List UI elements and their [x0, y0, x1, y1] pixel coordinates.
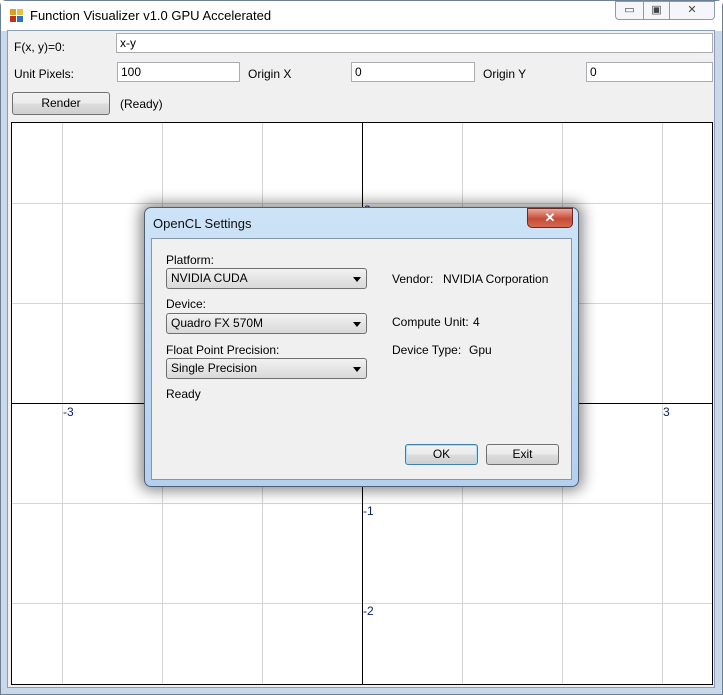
- dialog-status: Ready: [166, 387, 201, 401]
- platform-select[interactable]: NVIDIA CUDA: [166, 268, 367, 289]
- unit-pixels-label: Unit Pixels:: [14, 67, 75, 81]
- ok-button[interactable]: OK: [405, 444, 478, 465]
- render-button[interactable]: Render: [12, 92, 110, 115]
- x-tick-label: 3: [663, 405, 670, 419]
- device-select[interactable]: Quadro FX 570M: [166, 313, 367, 334]
- dropdown-arrow-icon: [353, 277, 361, 282]
- dropdown-arrow-icon: [353, 367, 361, 372]
- platform-value: NVIDIA CUDA: [171, 271, 248, 285]
- y-tick-label: -1: [363, 504, 374, 518]
- function-label: F(x, y)=0:: [14, 40, 66, 54]
- precision-value: Single Precision: [171, 361, 258, 375]
- app-icon: [10, 9, 24, 23]
- minimize-button[interactable]: ▭: [615, 1, 644, 20]
- y-tick-label: -2: [363, 604, 374, 618]
- origin-y-input[interactable]: 0: [586, 62, 713, 82]
- origin-x-input[interactable]: 0: [351, 62, 475, 82]
- device-value: Quadro FX 570M: [171, 316, 264, 330]
- origin-x-label: Origin X: [248, 67, 292, 81]
- exit-button[interactable]: Exit: [486, 444, 559, 465]
- origin-y-label: Origin Y: [483, 67, 527, 81]
- compute-unit-label: Compute Unit:: [392, 315, 469, 329]
- dropdown-arrow-icon: [353, 322, 361, 327]
- platform-label: Platform:: [166, 253, 215, 267]
- precision-label: Float Point Precision:: [166, 343, 280, 357]
- function-input[interactable]: x-y: [116, 33, 713, 53]
- dialog-title: OpenCL Settings: [153, 216, 252, 231]
- unit-pixels-input[interactable]: 100: [117, 62, 240, 82]
- device-type-value: Gpu: [469, 343, 492, 357]
- dialog-close-button[interactable]: ✕: [527, 208, 573, 228]
- window-title: Function Visualizer v1.0 GPU Accelerated: [30, 8, 272, 23]
- device-label: Device:: [166, 297, 207, 311]
- vendor-label: Vendor:: [392, 272, 434, 286]
- vendor-value: NVIDIA Corporation: [443, 272, 549, 286]
- precision-select[interactable]: Single Precision: [166, 358, 367, 379]
- close-button[interactable]: ✕: [669, 1, 715, 20]
- compute-unit-value: 4: [473, 315, 480, 329]
- title-bar: Function Visualizer v1.0 GPU Accelerated…: [1, 1, 722, 31]
- opencl-settings-dialog: OpenCL Settings ✕ Platform: NVIDIA CUDA …: [144, 207, 579, 487]
- maximize-button[interactable]: ▣: [643, 1, 670, 20]
- device-type-label: Device Type:: [392, 343, 462, 357]
- render-status: (Ready): [120, 97, 163, 111]
- dialog-body: Platform: NVIDIA CUDA Device: Quadro FX …: [151, 238, 572, 480]
- x-tick-label: -3: [63, 405, 74, 419]
